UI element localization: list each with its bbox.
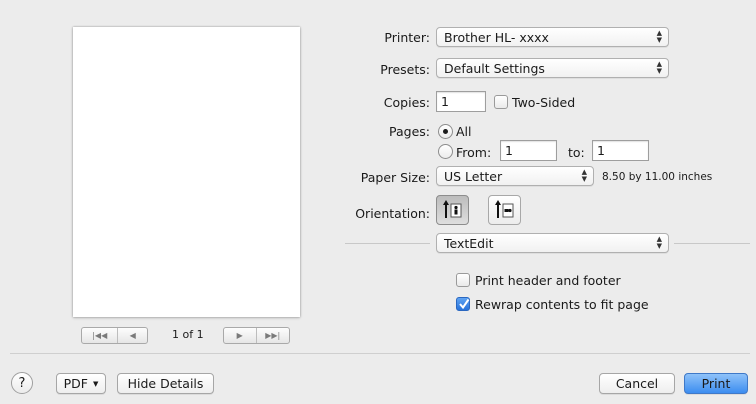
previous-page-icon: ◀ [129,331,136,340]
last-page-icon: ▶▶| [265,331,281,340]
help-button[interactable]: ? [11,372,33,394]
print-header-footer-label: Print header and footer [475,273,621,288]
copies-label: Copies: [383,95,430,110]
pages-all-radio[interactable] [438,124,453,139]
pdf-label: PDF [63,376,88,391]
rewrap-label: Rewrap contents to fit page [475,297,649,312]
hide-details-button[interactable]: Hide Details [117,373,214,394]
previous-page-button[interactable]: ◀ [117,328,147,343]
pages-to-label: to: [568,145,585,160]
paper-size-value: US Letter [444,168,503,184]
rewrap-checkbox[interactable] [456,297,470,311]
cancel-button[interactable]: Cancel [599,373,675,394]
printer-label: Printer: [384,30,430,45]
two-sided-label: Two-Sided [512,95,576,110]
copies-field[interactable]: 1 [436,91,486,112]
help-icon: ? [18,375,26,391]
presets-popup[interactable]: Default Settings ▲ ▼ [436,58,669,78]
popup-arrows-icon: ▲ ▼ [656,29,662,44]
app-options-value: TextEdit [444,235,494,251]
pdf-menu-button[interactable]: PDF ▼ [56,373,106,394]
paper-size-popup[interactable]: US Letter ▲ ▼ [436,166,594,186]
preview-forward-controls: ▶ ▶▶| [223,327,290,344]
pages-from-radio[interactable] [438,144,453,159]
pages-from-label: From: [456,145,492,160]
pages-to-field[interactable]: 1 [592,140,649,161]
checkmark-icon [459,298,470,310]
orientation-portrait-button[interactable] [436,195,469,225]
next-page-icon: ▶ [236,331,243,340]
pages-all-label: All [456,124,472,139]
two-sided-checkbox[interactable] [494,95,508,109]
divider-right [674,243,750,244]
page-indicator: 1 of 1 [172,328,204,341]
popup-arrows-icon: ▲ ▼ [656,235,662,250]
app-options-popup[interactable]: TextEdit ▲ ▼ [436,233,669,253]
next-page-button[interactable]: ▶ [224,328,256,343]
print-preview-page [73,27,300,317]
first-page-icon: |◀◀ [92,331,108,340]
popup-arrows-icon: ▲ ▼ [581,168,587,183]
print-button[interactable]: Print [684,373,748,394]
divider-left [345,243,430,244]
orientation-label: Orientation: [355,206,430,221]
presets-value: Default Settings [444,60,545,76]
landscape-orientation-icon [495,200,514,218]
dropdown-arrow-icon: ▼ [92,379,99,388]
pages-label: Pages: [389,124,430,139]
printer-popup[interactable]: Brother HL- xxxx ▲ ▼ [436,27,669,47]
portrait-orientation-icon [443,200,462,218]
paper-dimensions: 8.50 by 11.00 inches [602,171,713,183]
pages-from-field[interactable]: 1 [500,140,557,161]
preview-back-controls: |◀◀ ◀ [81,327,148,344]
first-page-button[interactable]: |◀◀ [82,328,117,343]
printer-value: Brother HL- xxxx [444,29,549,45]
print-header-footer-checkbox[interactable] [456,273,470,287]
paper-size-label: Paper Size: [360,170,430,185]
popup-arrows-icon: ▲ ▼ [656,60,662,75]
footer-divider [10,353,750,354]
orientation-landscape-button[interactable] [488,195,521,225]
last-page-button[interactable]: ▶▶| [255,328,290,343]
presets-label: Presets: [380,62,430,77]
